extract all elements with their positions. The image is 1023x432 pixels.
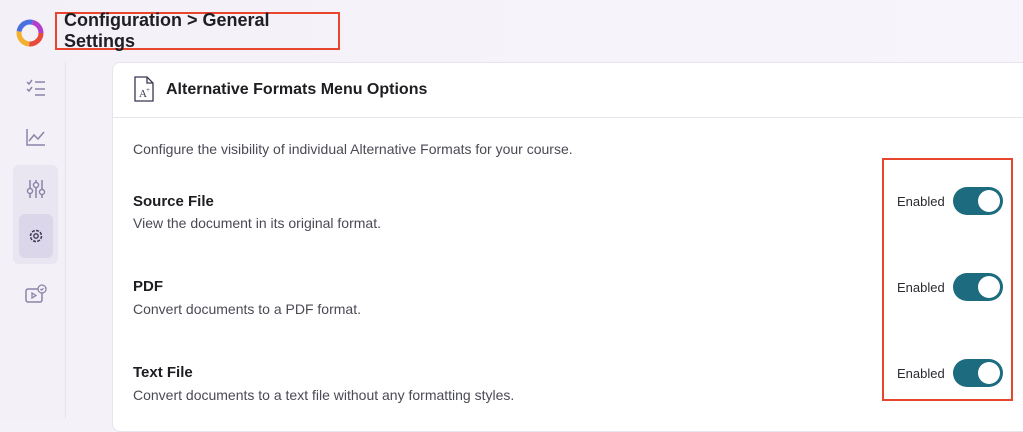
toggle-knob bbox=[978, 190, 1000, 212]
top-header: Configuration > General Settings bbox=[0, 0, 1023, 62]
sidebar-item-settings-sliders[interactable] bbox=[13, 167, 58, 211]
sidebar bbox=[0, 62, 66, 419]
toggle-row-text-file: Enabled bbox=[897, 358, 1007, 388]
intro-text: Configure the visibility of individual A… bbox=[133, 141, 573, 157]
card-title: Alternative Formats Menu Options bbox=[166, 81, 428, 98]
breadcrumb: Configuration > General Settings bbox=[55, 10, 340, 51]
app-logo-icon[interactable] bbox=[15, 18, 45, 48]
pdf-toggle[interactable] bbox=[953, 273, 1003, 301]
checklist-icon bbox=[25, 79, 45, 96]
option-name-pdf: PDF bbox=[133, 278, 163, 295]
toggle-knob bbox=[978, 362, 1000, 384]
option-desc-source-file: View the document in its original format… bbox=[133, 215, 381, 231]
breadcrumb-text: Configuration > General Settings bbox=[64, 10, 270, 51]
svg-text:+: + bbox=[146, 86, 150, 94]
option-desc-pdf: Convert documents to a PDF format. bbox=[133, 301, 361, 317]
document-font-icon: A + bbox=[134, 76, 154, 102]
sidebar-item-checklist[interactable] bbox=[13, 66, 58, 110]
option-name-text-file: Text File bbox=[133, 364, 193, 381]
sidebar-item-configuration[interactable] bbox=[13, 214, 58, 258]
option-name-source-file: Source File bbox=[133, 193, 214, 210]
chart-line-icon bbox=[25, 129, 45, 146]
sliders-icon bbox=[26, 180, 45, 198]
option-desc-text-file: Convert documents to a text file without… bbox=[133, 387, 515, 403]
sidebar-item-analytics[interactable] bbox=[13, 115, 58, 159]
toggle-status-pdf: Enabled bbox=[897, 279, 945, 295]
gear-icon bbox=[29, 229, 42, 243]
card-header: A + Alternative Formats Menu Options bbox=[113, 63, 1023, 118]
toggle-knob bbox=[978, 276, 1000, 298]
source-file-toggle[interactable] bbox=[953, 187, 1003, 215]
video-check-icon bbox=[24, 284, 47, 303]
toggle-status-text-file: Enabled bbox=[897, 365, 945, 381]
toggle-row-pdf: Enabled bbox=[897, 272, 1007, 302]
toggle-row-source-file: Enabled bbox=[897, 186, 1007, 216]
text-file-toggle[interactable] bbox=[953, 359, 1003, 387]
toggle-status-source-file: Enabled bbox=[897, 193, 945, 209]
sidebar-item-media[interactable] bbox=[13, 272, 58, 316]
